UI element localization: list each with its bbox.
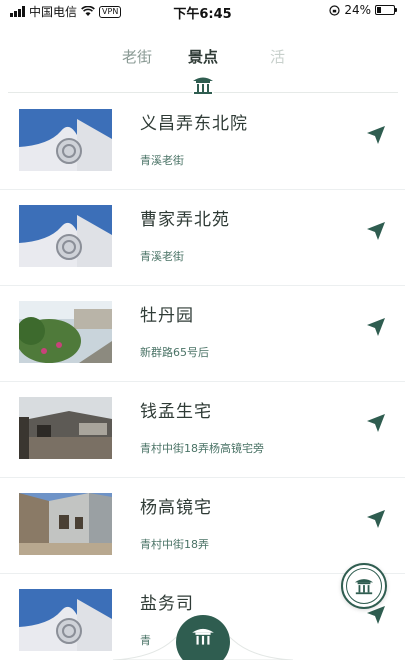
pavilion-icon [354, 579, 374, 595]
item-title: 曹家弄北苑 [140, 210, 230, 230]
item-location: 青溪老街 [140, 154, 184, 167]
rotation-lock-icon [329, 4, 340, 16]
status-bar: 中国电信 VPN 下午6:45 24% [0, 0, 405, 22]
map-float-button[interactable] [341, 563, 387, 609]
list-item[interactable]: 牡丹园 新群路65号后 [0, 286, 405, 382]
pavilion-icon [193, 77, 213, 94]
navigate-arrow-icon[interactable] [365, 412, 387, 434]
item-title: 钱孟生宅 [140, 402, 212, 422]
thumbnail-image [19, 205, 112, 267]
navigate-arrow-icon[interactable] [365, 508, 387, 530]
list-item[interactable]: 义昌弄东北院 青溪老街 [0, 94, 405, 190]
navigate-arrow-icon[interactable] [365, 220, 387, 242]
tab-attractions[interactable]: 景点 [188, 46, 218, 67]
list-item[interactable]: 杨高镜宅 青村中街18弄 [0, 478, 405, 574]
battery-percent: 24% [344, 3, 371, 17]
list-item[interactable]: 曹家弄北苑 青溪老街 [0, 190, 405, 286]
thumbnail-image [19, 301, 112, 363]
battery-icon [375, 5, 397, 15]
item-location: 青村中街18弄杨高镜宅旁 [140, 442, 264, 455]
status-right: 24% [329, 3, 397, 17]
float-button-ring [346, 568, 382, 604]
home-tab-button[interactable] [176, 615, 230, 660]
navigate-arrow-icon[interactable] [365, 316, 387, 338]
thumbnail-image [19, 589, 112, 651]
category-tabs: 老街 景点 活 [0, 46, 405, 70]
item-title: 牡丹园 [140, 306, 194, 326]
pavilion-icon [192, 628, 214, 645]
item-location: 新群路65号后 [140, 346, 209, 359]
item-title: 杨高镜宅 [140, 498, 212, 518]
thumbnail-image [19, 397, 112, 459]
list-item[interactable]: 钱孟生宅 青村中街18弄杨高镜宅旁 [0, 382, 405, 478]
item-location: 青村中街18弄 [140, 538, 209, 551]
navigate-arrow-icon[interactable] [365, 124, 387, 146]
tab-old-street[interactable]: 老街 [122, 46, 152, 67]
tab-activities[interactable]: 活 [270, 46, 285, 67]
item-location: 青溪老街 [140, 250, 184, 263]
thumbnail-image [19, 493, 112, 555]
thumbnail-image [19, 109, 112, 171]
item-title: 义昌弄东北院 [140, 114, 248, 134]
